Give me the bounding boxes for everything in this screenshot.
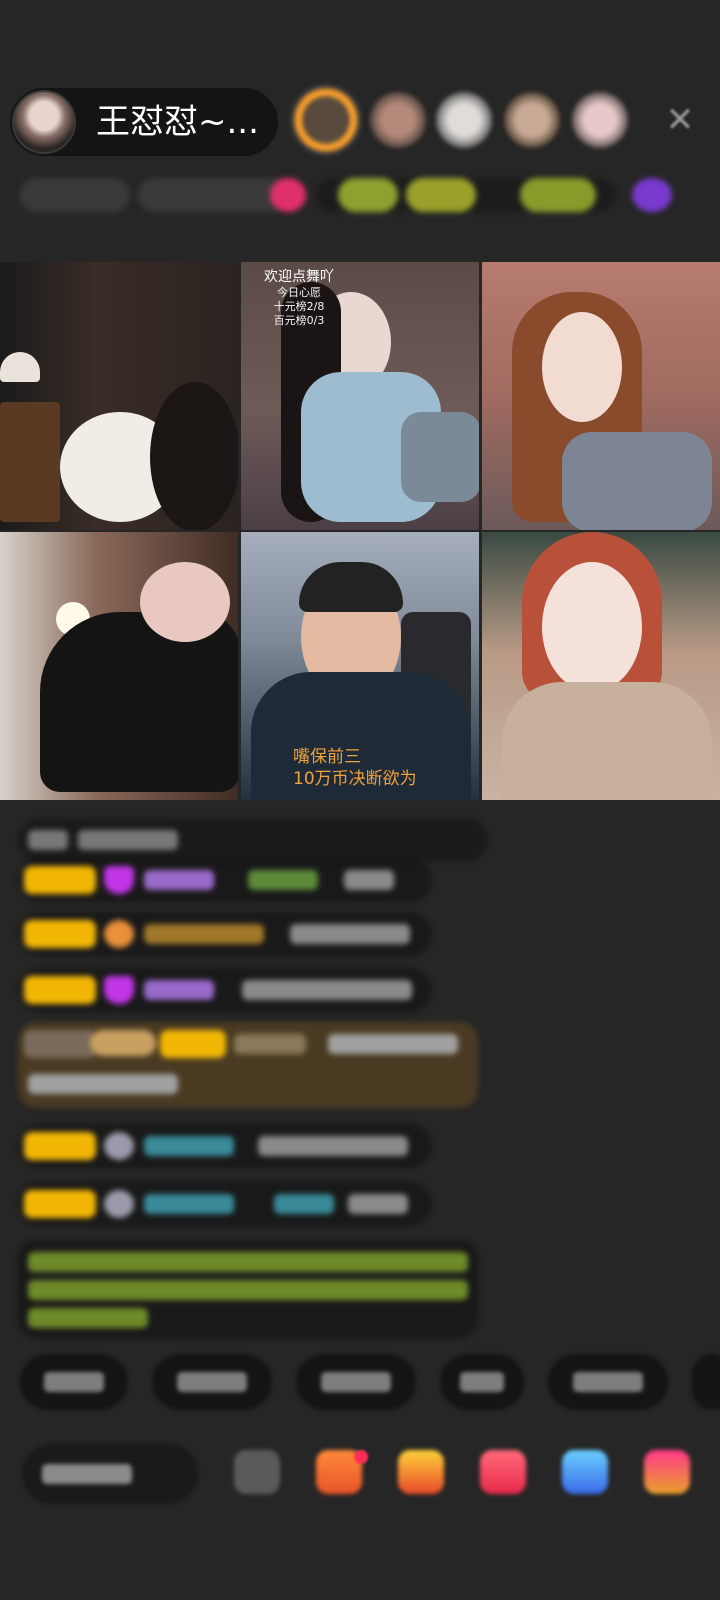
guest-video-tile[interactable] — [0, 262, 238, 530]
close-icon[interactable]: ✕ — [660, 100, 700, 140]
chat-message-highlight — [18, 1022, 478, 1108]
quick-chip[interactable] — [296, 1354, 416, 1410]
wish-line: 十元榜2/8 — [273, 300, 325, 313]
quick-chip[interactable] — [20, 1354, 128, 1410]
chat-message — [18, 1182, 432, 1226]
caption-line: 10万币决断欲为 — [293, 769, 417, 789]
heart-icon[interactable] — [480, 1450, 526, 1494]
notification-dot — [354, 1450, 368, 1464]
game-icon[interactable] — [562, 1450, 608, 1494]
quick-reply-chips — [0, 1354, 720, 1410]
guest-video-tile[interactable] — [482, 262, 720, 530]
room-info-bar — [20, 174, 700, 218]
top-viewer-avatar[interactable] — [290, 84, 362, 156]
more-icon[interactable] — [644, 1450, 690, 1494]
share-icon[interactable] — [234, 1450, 280, 1494]
quick-chip[interactable] — [548, 1354, 668, 1410]
chat-message — [18, 818, 488, 862]
diamond-icon — [104, 976, 134, 1004]
host-info-pill[interactable]: 王怼怼~... — [10, 88, 278, 156]
system-notice — [18, 1240, 478, 1338]
chat-message — [18, 912, 432, 956]
host-avatar[interactable] — [12, 90, 76, 154]
quick-chip[interactable] — [692, 1354, 720, 1410]
quick-chip[interactable] — [152, 1354, 272, 1410]
chat-message — [18, 1124, 432, 1168]
guest-video-tile[interactable]: 欢迎点舞吖 今日心愿 十元榜2/8 百元榜0/3 — [241, 262, 479, 530]
viewer-avatar[interactable] — [436, 92, 492, 148]
guest-video-tile[interactable] — [0, 532, 238, 800]
host-name: 王怼怼~... — [96, 102, 259, 142]
gift-icon — [104, 920, 134, 948]
wish-subtitle: 今日心愿 — [277, 286, 321, 299]
wish-line: 百元榜0/3 — [273, 314, 325, 327]
wish-title: 欢迎点舞吖 — [264, 269, 334, 285]
viewer-avatar[interactable] — [572, 92, 628, 148]
diamond-icon — [104, 866, 134, 894]
chat-message — [18, 968, 432, 1012]
viewer-avatar[interactable] — [504, 92, 560, 148]
guest-video-tile[interactable] — [482, 532, 720, 800]
chat-message — [18, 858, 432, 902]
caption-line: 嘴保前三 — [293, 747, 361, 767]
guest-caption: 嘴保前三 10万币决断欲为 — [293, 746, 417, 790]
guest-video-tile[interactable]: 嘴保前三 10万币决断欲为 — [241, 532, 479, 800]
wish-list-overlay: 欢迎点舞吖 今日心愿 十元榜2/8 百元榜0/3 — [249, 268, 349, 328]
viewer-avatar[interactable] — [370, 92, 426, 148]
comment-input[interactable] — [22, 1444, 198, 1504]
gift-box-icon[interactable] — [398, 1450, 444, 1494]
quick-chip[interactable] — [440, 1354, 524, 1410]
multi-guest-video-grid: 欢迎点舞吖 今日心愿 十元榜2/8 百元榜0/3 嘴保前三 10万币决断欲为 — [0, 262, 720, 802]
